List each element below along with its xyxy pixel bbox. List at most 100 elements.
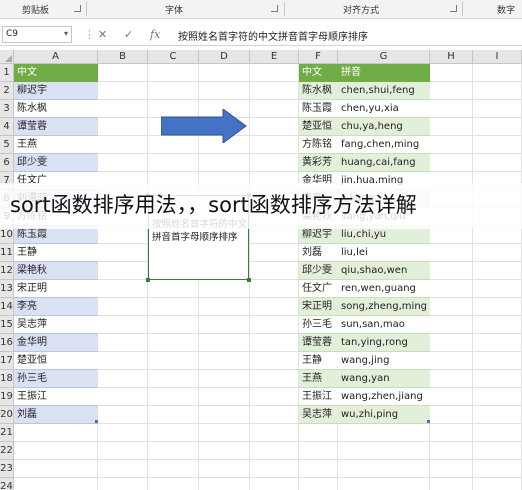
name-box[interactable]: C9 ▾ [2,26,72,43]
alignment-launcher-icon[interactable] [450,5,457,12]
column-header-f[interactable]: F [299,50,338,64]
row-header-14[interactable]: 14 [0,298,14,316]
cancel-icon[interactable]: ✕ [98,28,107,41]
ribbon-group-number[interactable]: 数字 [497,3,515,16]
row-header-4[interactable]: 4 [0,118,14,136]
table-cell[interactable]: 邱少雯 [299,262,338,280]
row-header-17[interactable]: 17 [0,352,14,370]
worksheet-grid[interactable]: ABCDEFGHI 123456789101112131415161718192… [0,50,522,490]
column-header-e[interactable]: E [250,50,299,64]
table-cell[interactable]: wang,zhen,jiang [338,388,430,406]
table-cell[interactable]: 金华明 [14,334,98,352]
column-header-a[interactable]: A [14,50,98,64]
table-resize-handle[interactable] [95,420,98,423]
table-cell[interactable]: 王燕 [299,370,338,388]
column-header-d[interactable]: D [199,50,250,64]
column-header-g[interactable]: G [338,50,430,64]
row-header-11[interactable]: 11 [0,244,14,262]
column-header-i[interactable]: I [473,50,522,64]
table-cell[interactable]: huang,cai,fang [338,154,430,172]
table-cell[interactable]: sun,san,mao [338,316,430,334]
table-cell[interactable]: 刘磊 [14,406,98,424]
row-header-5[interactable]: 5 [0,136,14,154]
table-header-cell[interactable]: 拼音 [338,64,430,82]
table-cell[interactable]: 谭莹蓉 [299,334,338,352]
row-header-23[interactable]: 23 [0,460,14,478]
ribbon-group-clipboard[interactable]: 剪贴板 [22,3,49,16]
row-header-24[interactable]: 24 [0,478,14,490]
gridline [14,477,522,478]
table-cell[interactable]: ren,wen,guang [338,280,430,298]
row-header-2[interactable]: 2 [0,82,14,100]
table-cell[interactable]: 刘磊 [299,244,338,262]
table-resize-handle[interactable] [427,420,430,423]
table-cell[interactable]: liu,lei [338,244,430,262]
column-header-c[interactable]: C [148,50,199,64]
table-cell[interactable]: fang,chen,ming [338,136,430,154]
row-header-16[interactable]: 16 [0,334,14,352]
table-cell[interactable]: wu,zhi,ping [338,406,430,424]
confirm-icon[interactable]: ✓ [124,28,133,41]
row-header-15[interactable]: 15 [0,316,14,334]
table-cell[interactable]: tan,ying,rong [338,334,430,352]
row-header-20[interactable]: 20 [0,406,14,424]
table-header-cell[interactable]: 中文▾ [14,64,98,82]
table-cell[interactable]: 方陈铭 [299,136,338,154]
table-cell[interactable]: wang,yan [338,370,430,388]
insert-function-icon[interactable]: fx [150,28,160,41]
row-header-1[interactable]: 1 [0,64,14,82]
table-cell[interactable]: 王振江 [299,388,338,406]
row-header-3[interactable]: 3 [0,100,14,118]
chevron-down-icon[interactable]: ▾ [64,29,68,38]
ribbon-group-font[interactable]: 字体 [165,3,183,16]
table-cell[interactable]: 梁艳秋 [14,262,98,280]
table-cell[interactable]: 邱少雯 [14,154,98,172]
table-cell[interactable]: wang,jing [338,352,430,370]
select-all-button[interactable] [0,50,14,64]
table-cell[interactable]: 楚亚恒 [299,118,338,136]
table-cell[interactable]: 王燕 [14,136,98,154]
right-arrow-shape[interactable] [161,109,247,143]
table-header-cell[interactable]: 中文 [299,64,338,82]
table-cell[interactable]: 孙三毛 [299,316,338,334]
table-cell[interactable]: 陈玉霞 [299,100,338,118]
table-cell[interactable]: 吴志萍 [14,316,98,334]
caption-text: sort函数排序用法，，sort函数排序方法详解 [10,193,417,217]
table-cell[interactable]: 柳迟宇 [14,82,98,100]
ribbon-separator [462,2,463,16]
font-launcher-icon[interactable] [271,5,278,12]
row-header-19[interactable]: 19 [0,388,14,406]
column-header-b[interactable]: B [98,50,148,64]
column-header-h[interactable]: H [430,50,473,64]
table-cell[interactable]: 黄彩芳 [299,154,338,172]
row-header-18[interactable]: 18 [0,370,14,388]
row-header-12[interactable]: 12 [0,262,14,280]
table-cell[interactable]: 宋正明 [299,298,338,316]
table-cell[interactable]: song,zheng,ming [338,298,430,316]
table-cell[interactable]: qiu,shao,wen [338,262,430,280]
table-cell[interactable]: 李亮 [14,298,98,316]
table-cell[interactable]: 任文广 [299,280,338,298]
table-cell[interactable]: 王静 [299,352,338,370]
table-cell[interactable]: 吴志萍 [299,406,338,424]
ribbon-group-alignment[interactable]: 对齐方式 [343,3,379,16]
resize-handle[interactable] [247,278,251,282]
table-cell[interactable]: chu,ya,heng [338,118,430,136]
table-cell[interactable]: 王静 [14,244,98,262]
table-cell[interactable]: 王振江 [14,388,98,406]
table-cell[interactable]: 孙三毛 [14,370,98,388]
table-cell[interactable]: 谭莹蓉 [14,118,98,136]
resize-handle[interactable] [146,278,150,282]
row-header-22[interactable]: 22 [0,442,14,460]
table-cell[interactable]: chen,shui,feng [338,82,430,100]
row-header-21[interactable]: 21 [0,424,14,442]
table-cell[interactable]: 陈水枫 [299,82,338,100]
table-cell[interactable]: chen,yu,xia [338,100,430,118]
table-cell[interactable]: 楚亚恒 [14,352,98,370]
row-header-13[interactable]: 13 [0,280,14,298]
table-cell[interactable]: 宋正明 [14,280,98,298]
row-header-6[interactable]: 6 [0,154,14,172]
table-cell[interactable]: 陈水枫 [14,100,98,118]
clipboard-launcher-icon[interactable] [74,5,81,12]
formula-input[interactable]: 按照姓名首字符的中文拼音首字母顺序排序 [178,28,368,43]
